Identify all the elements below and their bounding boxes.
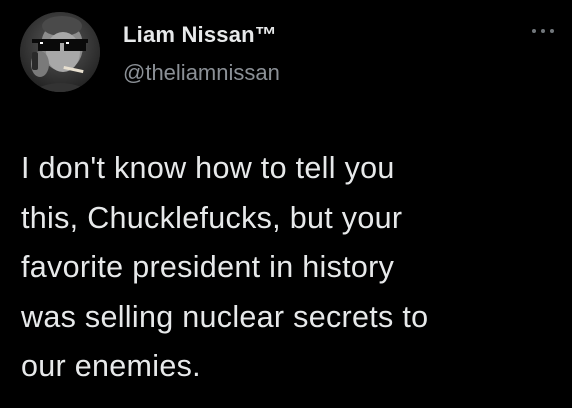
profile-photo-icon [20,12,100,92]
more-options-icon[interactable] [530,24,558,38]
tweet-text-line: this, Chucklefucks, but your [21,200,403,235]
author-display-name[interactable]: Liam Nissan™ [123,22,277,48]
tweet-text-line: I don't know how to tell you [21,151,395,185]
tweet-text-line: our enemies. [21,349,201,383]
avatar[interactable] [20,12,100,92]
tweet-text-line: favorite president in history [21,250,395,284]
tweet-text-line: was selling nuclear secrets to [21,299,429,334]
tweet-text: I don't know how to tell you this, Chuck… [21,144,561,392]
author-handle[interactable]: @theliamnissan [123,60,280,86]
tweet-card: Liam Nissan™ @theliamnissan I don't know… [0,0,572,408]
